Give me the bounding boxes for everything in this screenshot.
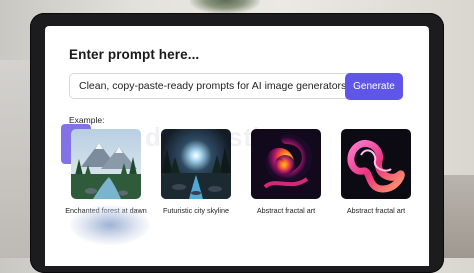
example-card-city[interactable]: Futuristic city skyline <box>155 129 237 215</box>
example-card-fractal-pink[interactable]: Abstract fractal art <box>335 129 417 215</box>
example-caption: Futuristic city skyline <box>163 206 229 215</box>
fractal-orange-thumbnail <box>251 129 321 199</box>
background-shelf-right <box>444 175 474 258</box>
fractal-pink-thumbnail <box>341 129 411 199</box>
background-wall-left <box>0 60 30 258</box>
background-plant <box>190 0 260 14</box>
example-card-forest[interactable]: Enchanted forest at dawn <box>61 124 147 215</box>
forest-thumbnail <box>71 129 141 199</box>
background-blur <box>70 205 150 245</box>
generate-button[interactable]: Generate <box>345 73 403 100</box>
example-card-fractal-orange[interactable]: Abstract fractal art <box>245 129 327 215</box>
example-caption: Abstract fractal art <box>256 206 316 215</box>
prompt-row: Generate <box>69 73 403 101</box>
prompt-title: Enter prompt here... <box>69 47 200 62</box>
example-caption: Abstract fractal art <box>346 206 406 215</box>
city-thumbnail <box>161 129 231 199</box>
